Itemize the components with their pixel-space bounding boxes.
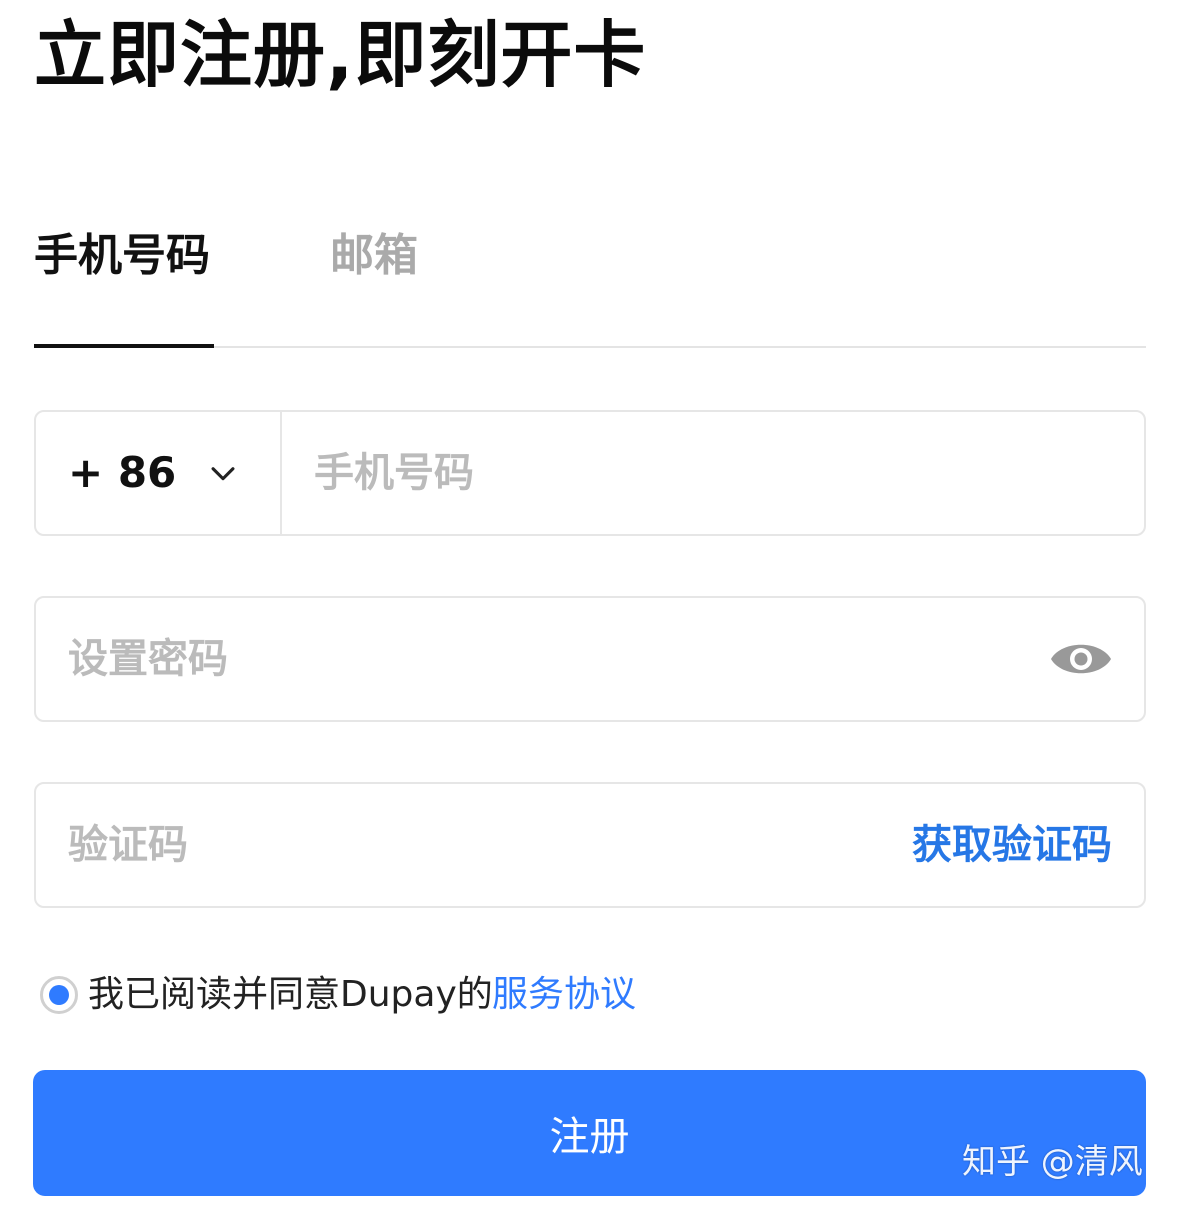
chevron-down-icon [211,467,235,481]
tab-email[interactable]: 邮箱 [330,220,418,292]
phone-field: + 86 [34,410,1146,536]
verification-code-field: 获取验证码 [34,782,1146,908]
register-method-tabs: 手机号码 邮箱 [34,220,1146,350]
verification-code-input[interactable] [68,784,888,906]
country-code-selector[interactable]: + 86 [36,412,282,534]
country-code-value: + 86 [68,448,177,497]
agreement-text: 我已阅读并同意Dupay的 [88,974,493,1015]
radio-selected-dot [49,985,69,1005]
tab-phone[interactable]: 手机号码 [34,220,210,292]
password-input[interactable] [68,598,1008,720]
watermark: 知乎 @清风 [962,1142,1143,1182]
phone-input[interactable] [314,412,1134,534]
eye-icon[interactable] [1048,634,1114,684]
password-field [34,596,1146,722]
service-agreement-link[interactable]: 服务协议 [492,972,636,1018]
register-page: 立即注册,即刻开卡 手机号码 邮箱 + 86 获取验证码 我已阅读并同意Dupa [0,0,1179,1213]
agreement-radio[interactable] [40,976,78,1014]
get-code-button[interactable]: 获取验证码 [912,784,1112,906]
page-title: 立即注册,即刻开卡 [34,13,647,97]
active-tab-underline [34,344,214,348]
